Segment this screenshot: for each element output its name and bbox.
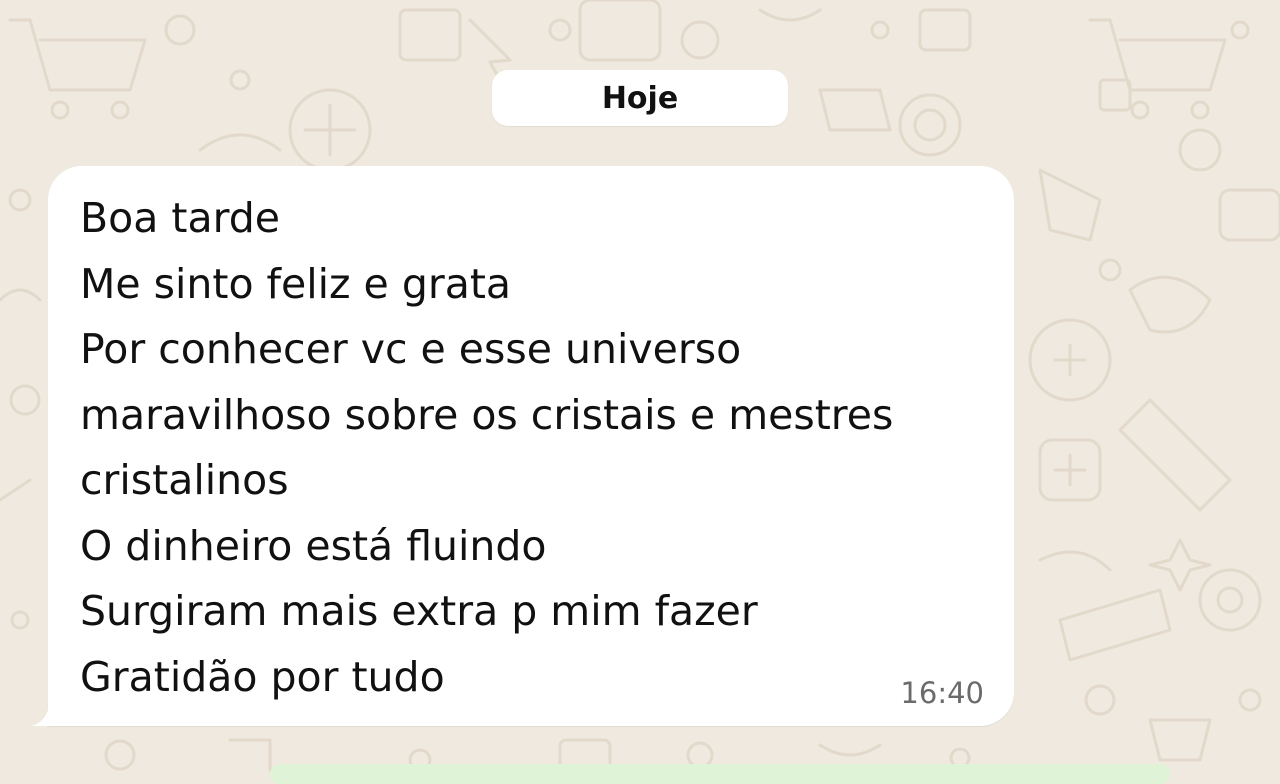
- message-timestamp: 16:40: [900, 676, 984, 710]
- message-line: Gratidão por tudo: [80, 652, 445, 701]
- message-line: Surgiram mais extra p mim fazer: [80, 587, 758, 635]
- date-separator: Hoje: [492, 70, 788, 126]
- message-line: Por conhecer vc e esse universo: [80, 325, 742, 373]
- incoming-message-bubble[interactable]: Boa tarde Me sinto feliz e grata Por con…: [48, 166, 1014, 726]
- next-message-bubble-edge: [270, 764, 1170, 784]
- message-text: Boa tarde Me sinto feliz e grata Por con…: [80, 186, 893, 710]
- message-line: O dinheiro está fluindo: [80, 521, 547, 570]
- message-line: Me sinto feliz e grata: [80, 259, 512, 308]
- date-separator-label: Hoje: [601, 80, 679, 116]
- message-line: Boa tarde: [80, 194, 280, 242]
- message-line: cristalinos: [80, 456, 289, 504]
- message-line: maravilhoso sobre os cristais e mestres: [80, 390, 894, 439]
